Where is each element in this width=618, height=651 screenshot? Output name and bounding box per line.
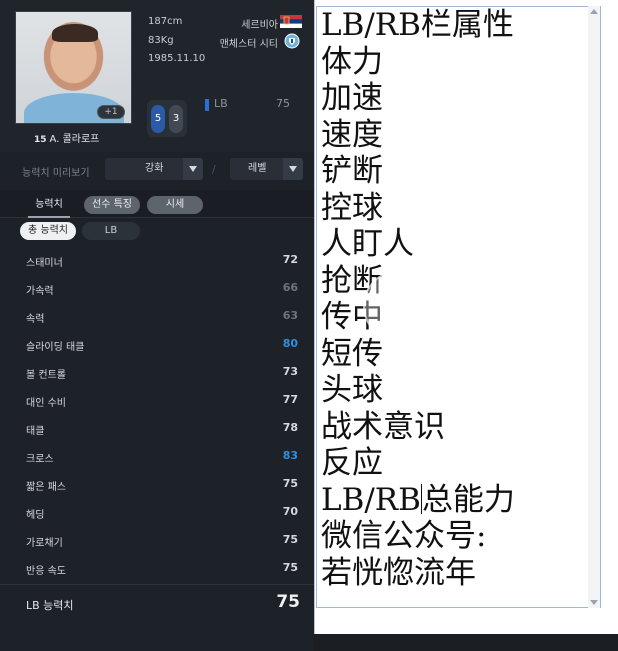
stat-label: 태클	[26, 426, 45, 437]
text-line: 速度	[321, 116, 383, 153]
text-line: LB/RB栏属性	[321, 7, 514, 43]
chevron-down-icon	[283, 158, 303, 180]
stat-label: 대인 수비	[26, 398, 66, 409]
stat-value: 75	[282, 561, 298, 574]
text-line: 头球	[321, 372, 383, 408]
player-nationality: 세르비아	[241, 20, 278, 31]
player-stats-panel: +1 15 A. 콜라로프 187cm 83Kg 1985.11.10 세르비아 …	[0, 0, 314, 651]
enhance-dropdown-label: 강화	[145, 163, 164, 174]
player-birthdate: 1985.11.10	[148, 53, 206, 64]
stat-value: 75	[282, 477, 298, 490]
club-crest-icon	[284, 33, 300, 49]
stat-value: 63	[282, 309, 298, 322]
stat-label: 슬라이딩 태클	[26, 342, 85, 353]
info-tabs: 능력치 선수 특징 시세	[0, 190, 314, 218]
position-rating: 75	[276, 97, 290, 110]
text-after-caret: 总能力	[421, 481, 515, 518]
stat-label: 가속력	[26, 286, 54, 297]
scroll-down-arrow-icon[interactable]	[590, 600, 598, 605]
total-rating-row: LB 능력치 75	[0, 584, 314, 622]
stats-preview-label: 능력치 미리보기	[22, 168, 90, 179]
total-rating-label: LB 능력치	[26, 599, 74, 612]
subtab-total-stats[interactable]: 총 능력치	[20, 222, 76, 240]
text-line: 人盯人	[321, 226, 414, 262]
text-line: 体力	[321, 43, 383, 80]
right-foot-rating: 3	[169, 105, 183, 133]
player-number: 15	[34, 135, 47, 145]
text-line: 微信公众号:	[321, 518, 487, 554]
serbia-flag-icon	[280, 15, 302, 28]
window-bottom-strip	[314, 634, 618, 651]
stat-row: 스태미너 72	[0, 248, 314, 276]
stat-row: 태클 78	[0, 416, 314, 444]
text-line: 加速	[321, 80, 383, 116]
stat-row: 가속력 66	[0, 276, 314, 304]
stat-value: 78	[282, 421, 298, 434]
stat-value: 70	[282, 505, 298, 518]
player-height: 187cm	[148, 16, 183, 27]
stat-value: 75	[282, 533, 298, 546]
stat-value: 83	[282, 449, 298, 462]
previous-arrow-icon[interactable]	[363, 270, 435, 342]
stat-label: 반응 속도	[26, 566, 66, 577]
text-before-caret: LB/RB	[321, 481, 421, 518]
player-weight: 83Kg	[148, 35, 174, 46]
stat-label: 짧은 패스	[26, 482, 66, 493]
subtab-lb-stats[interactable]: LB	[82, 222, 140, 240]
dropdown-separator: /	[212, 163, 216, 176]
level-dropdown-label: 레벨	[248, 163, 267, 174]
stat-value: 66	[282, 281, 298, 294]
player-name: A. 콜라로프	[49, 134, 100, 145]
notes-textarea[interactable]: LB/RB栏属性 体力 加速 速度 铲断 控球 人盯人 抢断 传中 短传 头球 …	[316, 6, 601, 608]
left-foot-rating: 5	[151, 105, 165, 133]
stat-value: 73	[282, 365, 298, 378]
stat-row: 슬라이딩 태클 80	[0, 332, 314, 360]
vertical-scrollbar[interactable]	[588, 6, 600, 608]
player-photo-hair	[52, 24, 98, 42]
text-line: 短传	[321, 335, 383, 372]
stat-value: 77	[282, 393, 298, 406]
position-label: LB	[214, 97, 228, 110]
player-name-row: 15 A. 콜라로프	[34, 130, 99, 145]
stat-label: 스태미너	[26, 258, 63, 269]
text-line: 反应	[321, 445, 383, 481]
enhance-dropdown[interactable]: 강화	[105, 158, 203, 180]
position-marker	[205, 99, 209, 111]
stat-label: 볼 컨트롤	[26, 370, 66, 381]
text-line-with-caret: LB/RB总能力	[321, 482, 600, 519]
stat-row: 볼 컨트롤 73	[0, 360, 314, 388]
text-line: 控球	[321, 189, 383, 226]
scroll-up-arrow-icon[interactable]	[590, 9, 598, 14]
chevron-down-icon	[183, 158, 203, 180]
stat-label: 헤딩	[26, 510, 45, 521]
stat-row: 가로채기 75	[0, 528, 314, 556]
stat-value: 72	[282, 253, 298, 266]
tab-market-price[interactable]: 시세	[147, 196, 203, 214]
total-rating-value: 75	[276, 592, 300, 612]
player-header: +1 15 A. 콜라로프 187cm 83Kg 1985.11.10 세르비아 …	[0, 0, 314, 152]
tab-stats[interactable]: 능력치	[22, 196, 76, 218]
stats-list: 스태미너 72 가속력 66 속력 63 슬라이딩 태클 80 볼 컨트롤 73 대인 수…	[0, 248, 314, 584]
stat-label: 크로스	[26, 454, 54, 465]
text-line: 战术意识	[321, 408, 445, 445]
level-dropdown[interactable]: 레벨	[230, 158, 303, 180]
text-line: 铲断	[321, 153, 383, 189]
enhance-badge: +1	[97, 105, 125, 119]
text-line: 抢断	[321, 262, 383, 299]
stat-label: 속력	[26, 314, 45, 325]
stat-row: 크로스 83	[0, 444, 314, 472]
player-club: 맨체스터 시티	[219, 39, 278, 50]
stat-row: 헤딩 70	[0, 500, 314, 528]
tab-player-traits[interactable]: 선수 특징	[84, 196, 140, 214]
stat-row: 속력 63	[0, 304, 314, 332]
text-line: 若恍惚流年	[321, 554, 476, 591]
stat-row: 짧은 패스 75	[0, 472, 314, 500]
stat-row: 반응 속도 75	[0, 556, 314, 584]
text-editor-window: LB/RB栏属性 体力 加速 速度 铲断 控球 人盯人 抢断 传中 短传 头球 …	[314, 0, 618, 634]
stat-label: 가로채기	[26, 538, 63, 549]
preferred-foot-indicator: 5 3	[147, 100, 187, 137]
stat-value: 80	[282, 337, 298, 350]
stat-row: 대인 수비 77	[0, 388, 314, 416]
